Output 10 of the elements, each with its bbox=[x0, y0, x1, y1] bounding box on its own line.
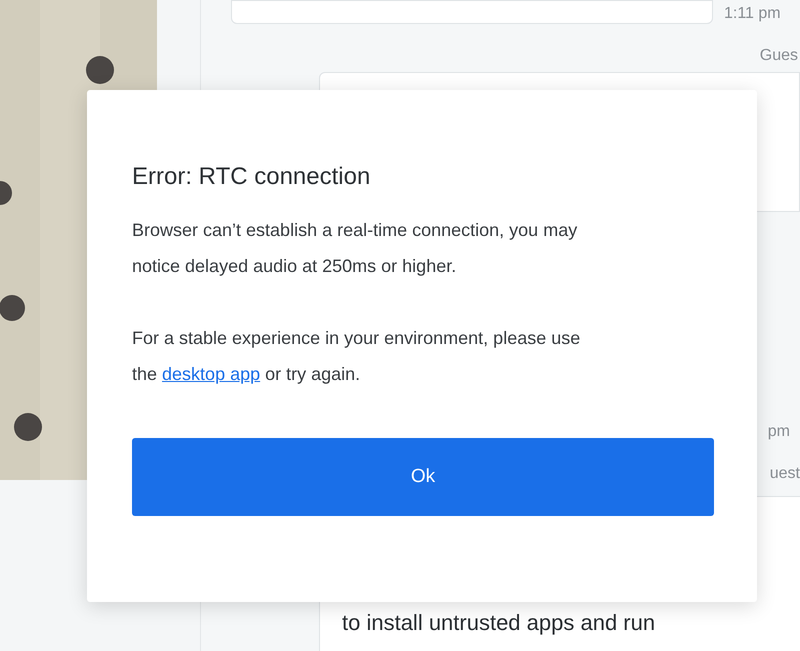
sender-name: Gues bbox=[760, 46, 798, 66]
sender-name: uest bbox=[770, 464, 800, 484]
message-time: 1:11 pm bbox=[724, 4, 781, 24]
desktop-app-link[interactable]: desktop app bbox=[162, 364, 260, 384]
dialog-title: Error: RTC connection bbox=[132, 162, 372, 192]
message-text: to install untrusted apps and run bbox=[342, 609, 656, 637]
dialog-message: For a stable experience in your environment, please use the desktop app or try again. bbox=[132, 327, 582, 386]
ok-button[interactable]: Ok bbox=[132, 438, 714, 516]
message-time: pm bbox=[768, 422, 790, 442]
dialog-message: Browser can’t establish a real-time connection, you may notice delayed audio at 250ms or higher. bbox=[132, 219, 578, 278]
